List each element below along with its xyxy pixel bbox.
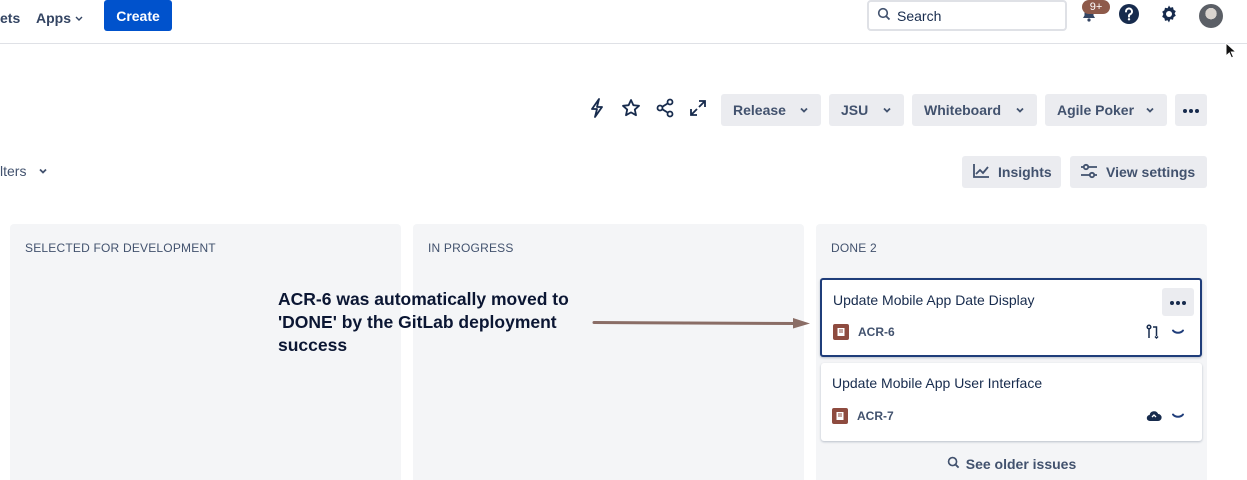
search-placeholder: Search xyxy=(897,7,942,24)
chevron-down-icon[interactable] xyxy=(1171,325,1185,343)
chevron-down-icon xyxy=(882,102,892,118)
card-more-button[interactable] xyxy=(1162,288,1194,316)
chevron-down-icon xyxy=(799,102,809,118)
more-icon xyxy=(1169,293,1187,311)
issue-card-acr-7[interactable]: Update Mobile App User Interface ACR-7 xyxy=(821,363,1202,441)
insights-button[interactable]: Insights xyxy=(962,156,1061,188)
search-icon xyxy=(877,7,891,24)
chevron-down-icon xyxy=(38,163,48,179)
issue-key[interactable]: ACR-6 xyxy=(858,325,895,339)
nav-apps-menu[interactable]: Apps xyxy=(36,9,84,27)
agile-poker-dropdown[interactable]: Agile Poker xyxy=(1045,94,1167,126)
mouse-cursor-icon xyxy=(1225,41,1238,65)
help-button[interactable] xyxy=(1117,3,1141,30)
share-button[interactable] xyxy=(653,98,677,122)
chevron-down-icon[interactable] xyxy=(1171,409,1185,427)
create-button[interactable]: Create xyxy=(104,0,172,31)
column-title: DONE 2 xyxy=(831,241,877,255)
card-title: Update Mobile App Date Display xyxy=(833,292,1035,308)
release-dropdown[interactable]: Release xyxy=(721,94,821,126)
annotation-arrow-icon xyxy=(590,314,815,337)
filters-label: lters xyxy=(0,163,27,179)
more-icon xyxy=(1182,101,1200,119)
help-icon xyxy=(1118,3,1140,30)
fullscreen-button[interactable] xyxy=(686,98,710,122)
story-icon xyxy=(832,408,848,424)
nav-item-partial[interactable]: ets xyxy=(0,9,20,27)
avatar[interactable] xyxy=(1199,4,1223,28)
column-title: SELECTED FOR DEVELOPMENT xyxy=(25,241,216,255)
chevron-down-icon xyxy=(1145,102,1155,118)
settings-button[interactable] xyxy=(1157,4,1181,28)
column-title: IN PROGRESS xyxy=(428,241,514,255)
top-navigation: ets Apps Create Search 9+ xyxy=(0,0,1247,44)
notifications-badge: 9+ xyxy=(1082,0,1110,14)
agile-poker-label: Agile Poker xyxy=(1057,102,1135,118)
annotation-callout: ACR-6 was automatically moved to 'DONE' … xyxy=(278,289,569,355)
release-label: Release xyxy=(733,102,786,118)
story-icon xyxy=(833,324,849,340)
lightning-icon xyxy=(589,97,605,123)
whiteboard-dropdown[interactable]: Whiteboard xyxy=(912,94,1037,126)
board-more-button[interactable] xyxy=(1175,94,1207,126)
card-title: Update Mobile App User Interface xyxy=(832,375,1043,391)
jsu-dropdown[interactable]: JSU xyxy=(829,94,904,126)
view-settings-button[interactable]: View settings xyxy=(1070,156,1207,188)
star-icon xyxy=(621,98,641,123)
cloud-deploy-icon xyxy=(1146,409,1162,427)
nav-item-partial-label: ets xyxy=(0,10,21,26)
view-settings-label: View settings xyxy=(1106,164,1196,180)
jsu-label: JSU xyxy=(841,102,869,118)
chevron-down-icon xyxy=(1015,102,1025,118)
automation-button[interactable] xyxy=(585,97,609,123)
pull-request-icon xyxy=(1146,324,1160,345)
chevron-down-icon xyxy=(74,10,84,26)
see-older-issues-label: See older issues xyxy=(965,456,1077,472)
nav-apps-label: Apps xyxy=(36,10,71,26)
issue-key[interactable]: ACR-7 xyxy=(857,409,894,423)
issue-card-acr-6[interactable]: Update Mobile App Date Display ACR-6 xyxy=(820,278,1202,357)
share-icon xyxy=(655,98,675,123)
expand-icon xyxy=(688,98,708,123)
search-input[interactable]: Search xyxy=(867,0,1067,31)
insights-label: Insights xyxy=(998,164,1052,180)
search-icon xyxy=(947,456,960,472)
gear-icon xyxy=(1159,4,1179,29)
sliders-icon xyxy=(1080,163,1098,182)
whiteboard-label: Whiteboard xyxy=(924,102,1001,118)
star-button[interactable] xyxy=(619,98,643,122)
chart-line-icon xyxy=(972,163,990,182)
see-older-issues-button[interactable]: See older issues xyxy=(816,456,1207,472)
filters-dropdown[interactable]: lters xyxy=(0,163,48,179)
